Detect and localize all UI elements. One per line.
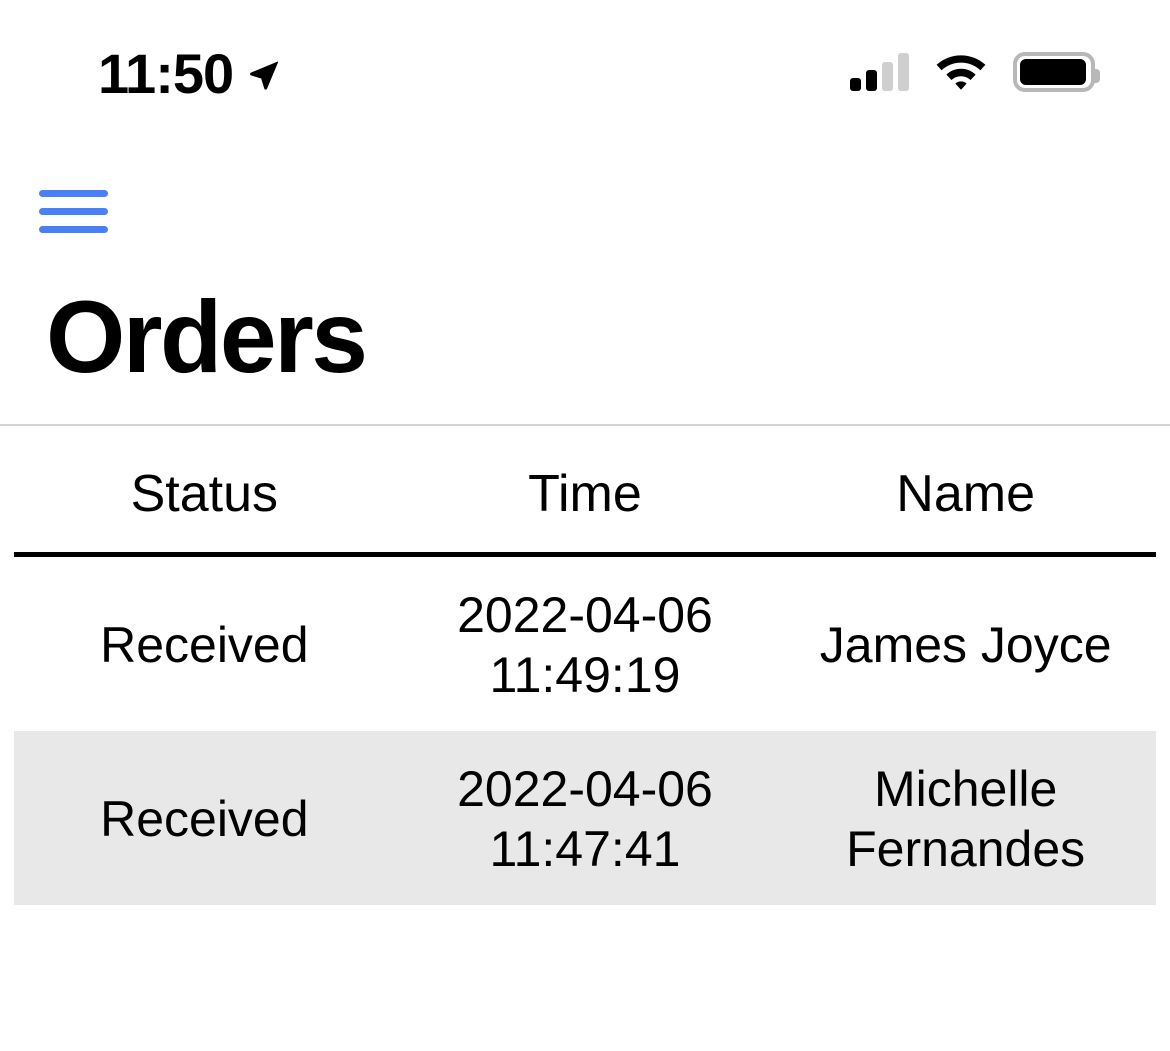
orders-table-container: Status Time Name Received 2022-04-06 11:… xyxy=(14,432,1156,905)
cell-time: 2022-04-06 11:47:41 xyxy=(457,761,713,877)
table-row[interactable]: Received 2022-04-06 11:47:41 Michelle Fe… xyxy=(14,731,1156,905)
content-divider xyxy=(0,424,1170,426)
column-header-name[interactable]: Name xyxy=(775,432,1156,557)
battery-full-icon xyxy=(1013,52,1100,92)
cell-status: Received xyxy=(100,791,309,847)
cell-time: 2022-04-06 11:49:19 xyxy=(457,587,713,703)
hamburger-bar-3 xyxy=(39,226,108,233)
cellular-signal-icon xyxy=(850,53,909,91)
status-bar-right xyxy=(850,52,1100,92)
orders-table: Status Time Name Received 2022-04-06 11:… xyxy=(14,432,1156,905)
table-row[interactable]: Received 2022-04-06 11:49:19 James Joyce xyxy=(14,555,1156,732)
page-title: Orders xyxy=(46,280,368,394)
column-header-status[interactable]: Status xyxy=(14,432,395,557)
location-arrow-icon xyxy=(247,56,281,92)
cell-name: James Joyce xyxy=(819,617,1112,673)
hamburger-bar-2 xyxy=(39,208,108,215)
table-header-row: Status Time Name xyxy=(14,432,1156,557)
column-header-time[interactable]: Time xyxy=(394,432,776,557)
cell-status: Received xyxy=(100,617,309,673)
orders-table-head: Status Time Name xyxy=(14,432,1156,557)
status-bar: 11:50 xyxy=(0,0,1170,140)
hamburger-menu-icon[interactable] xyxy=(39,185,109,237)
status-bar-left: 11:50 xyxy=(98,46,281,102)
orders-table-body: Received 2022-04-06 11:49:19 James Joyce… xyxy=(14,555,1156,905)
wifi-icon xyxy=(935,53,987,91)
status-bar-clock: 11:50 xyxy=(98,42,234,105)
hamburger-bar-1 xyxy=(39,190,108,197)
cell-name: Michelle Fernandes xyxy=(846,761,1086,877)
